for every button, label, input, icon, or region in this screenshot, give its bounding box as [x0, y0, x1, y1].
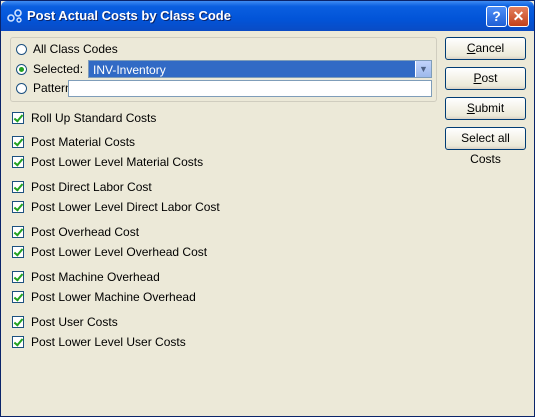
lower-user-costs-checkbox[interactable] — [12, 336, 24, 348]
option-overhead[interactable]: Post Overhead Cost — [12, 225, 139, 239]
lower-direct-labor-checkbox[interactable] — [12, 201, 24, 213]
lower-material-label: Post Lower Level Material Costs — [31, 155, 204, 169]
select-all-costs-button[interactable]: Select all Costs — [445, 127, 526, 166]
option-lower-overhead[interactable]: Post Lower Level Overhead Cost — [12, 245, 207, 259]
option-direct-labor[interactable]: Post Direct Labor Cost — [12, 180, 152, 194]
class-code-select[interactable]: INV-Inventory ▼ — [88, 60, 432, 78]
material-label: Post Material Costs — [31, 135, 136, 149]
rollup-checkbox[interactable] — [12, 112, 24, 124]
post-label: ost — [481, 71, 498, 85]
option-rollup[interactable]: Roll Up Standard Costs — [12, 111, 156, 125]
selected-option[interactable]: Selected: — [16, 62, 83, 76]
post-mnemonic: P — [473, 71, 482, 85]
lower-material-checkbox[interactable] — [12, 156, 24, 168]
direct-labor-label: Post Direct Labor Cost — [31, 180, 152, 194]
selected-label: Selected: — [33, 62, 84, 76]
pattern-option[interactable]: Pattern: — [16, 81, 75, 95]
pattern-input[interactable] — [68, 80, 432, 97]
material-checkbox[interactable] — [12, 136, 24, 148]
option-lower-machine-overhead[interactable]: Post Lower Machine Overhead — [12, 290, 196, 304]
select-all-costs-label: Select all Costs — [461, 131, 510, 166]
option-material[interactable]: Post Material Costs — [12, 135, 135, 149]
user-costs-checkbox[interactable] — [12, 316, 24, 328]
selected-radio[interactable] — [16, 63, 27, 75]
dialog-window: Post Actual Costs by Class Code ? ✕ All … — [0, 0, 535, 417]
machine-overhead-label: Post Machine Overhead — [31, 270, 160, 284]
user-costs-label: Post User Costs — [31, 315, 118, 329]
lower-machine-overhead-label: Post Lower Machine Overhead — [31, 290, 196, 304]
submit-label: ubmit — [474, 101, 505, 115]
all-class-codes-radio[interactable] — [16, 43, 27, 55]
option-user-costs[interactable]: Post User Costs — [12, 315, 118, 329]
post-button[interactable]: Post — [445, 67, 526, 90]
submit-button[interactable]: Submit — [445, 97, 526, 120]
machine-overhead-checkbox[interactable] — [12, 271, 24, 283]
option-lower-user-costs[interactable]: Post Lower Level User Costs — [12, 335, 186, 349]
class-code-icon — [7, 9, 22, 23]
pattern-radio[interactable] — [16, 82, 27, 94]
overhead-checkbox[interactable] — [12, 226, 24, 238]
option-lower-direct-labor[interactable]: Post Lower Level Direct Labor Cost — [12, 200, 220, 214]
lower-machine-overhead-checkbox[interactable] — [12, 291, 24, 303]
option-machine-overhead[interactable]: Post Machine Overhead — [12, 270, 160, 284]
lower-direct-labor-label: Post Lower Level Direct Labor Cost — [31, 200, 220, 214]
help-icon[interactable]: ? — [486, 6, 507, 27]
lower-overhead-checkbox[interactable] — [12, 246, 24, 258]
window-title: Post Actual Costs by Class Code — [27, 8, 231, 23]
close-icon[interactable]: ✕ — [508, 6, 529, 27]
option-lower-material[interactable]: Post Lower Level Material Costs — [12, 155, 203, 169]
lower-overhead-label: Post Lower Level Overhead Cost — [31, 245, 208, 259]
cancel-label: ancel — [475, 41, 505, 55]
lower-user-costs-label: Post Lower Level User Costs — [31, 335, 186, 349]
chevron-down-icon[interactable]: ▼ — [415, 61, 431, 77]
all-class-codes-option[interactable]: All Class Codes — [16, 42, 118, 56]
overhead-label: Post Overhead Cost — [31, 225, 140, 239]
submit-mnemonic: S — [466, 101, 475, 115]
cancel-button[interactable]: Cancel — [445, 37, 526, 60]
all-class-codes-label: All Class Codes — [33, 42, 118, 56]
rollup-label: Roll Up Standard Costs — [31, 111, 157, 125]
direct-labor-checkbox[interactable] — [12, 181, 24, 193]
title-bar[interactable]: Post Actual Costs by Class Code ? ✕ — [1, 1, 534, 31]
class-code-select-value: INV-Inventory — [93, 63, 166, 77]
